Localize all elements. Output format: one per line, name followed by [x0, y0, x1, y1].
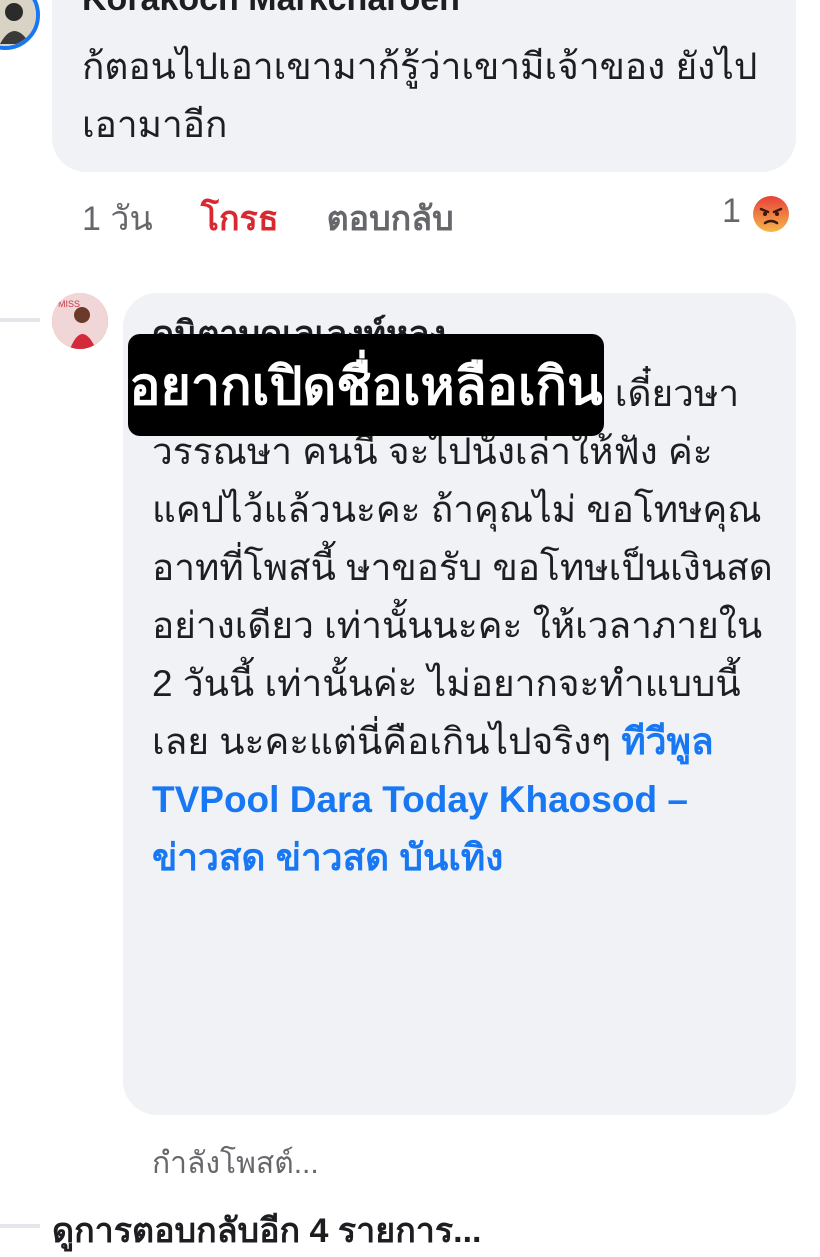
comment-timestamp[interactable]: 1 วัน — [82, 191, 153, 245]
commenter-avatar[interactable] — [0, 0, 40, 50]
avatar-photo-icon: MISS — [52, 293, 108, 349]
reply-author-avatar[interactable]: MISS — [52, 293, 108, 349]
reply-text: ก๊อกๆ ๆๆๆ บ้านคุณอยู่ไหนค่ะ เดี๋ยวษา วรร… — [152, 365, 776, 887]
reaction-count[interactable]: 1 — [722, 192, 741, 231]
posting-status: กำลังโพสต์... — [152, 1147, 319, 1180]
comment-author[interactable]: Korakoch Markcharoen — [82, 0, 460, 19]
avatar-photo-icon — [0, 0, 36, 46]
thread-connector — [0, 1224, 40, 1228]
svg-text:MISS: MISS — [58, 299, 80, 309]
angry-face-icon[interactable] — [752, 195, 790, 233]
reaction-button[interactable]: โกรธ — [201, 191, 279, 245]
comment-text: ก้ตอนไปเอาเขามาก้รู้ว่าเขามีเจ้าของ ยังไ… — [82, 46, 758, 145]
thread-connector — [0, 318, 40, 322]
overlay-caption: อยากเปิดชื่อเหลือเกิน — [128, 334, 604, 436]
reply-button[interactable]: ตอบกลับ — [327, 191, 454, 245]
comment-actions: 1 วัน โกรธ ตอบกลับ — [82, 192, 454, 244]
